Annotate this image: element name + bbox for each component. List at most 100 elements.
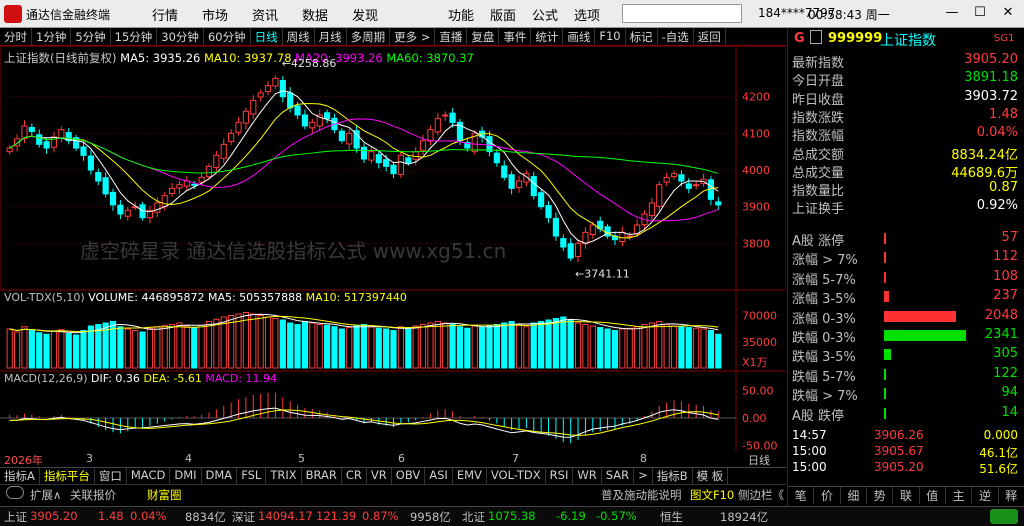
volume-bar xyxy=(656,321,663,369)
candle xyxy=(515,180,523,189)
indicator-tab-0[interactable]: 指标A xyxy=(0,468,40,484)
period-label[interactable]: 日线 xyxy=(748,452,770,468)
volume-header: VOL-TDX(5,10) VOLUME: 446895872 MA5: 505… xyxy=(4,291,407,304)
menu-item-shuju[interactable]: 数据 xyxy=(290,5,340,24)
x-label-mar: 3 xyxy=(86,452,93,465)
indicator-tab-10[interactable]: VR xyxy=(367,468,392,484)
indicator-tab-13[interactable]: EMV xyxy=(453,468,487,484)
indicator-tab-3[interactable]: MACD xyxy=(127,468,171,484)
menu-item-xuanxiang[interactable]: 选项 xyxy=(566,5,608,24)
search-input[interactable] xyxy=(622,4,742,23)
toolbar-item-19[interactable]: 返回 xyxy=(694,28,726,45)
expand-button[interactable]: 扩展∧ xyxy=(30,487,61,503)
toolbar-item-0[interactable]: 分时 xyxy=(0,28,32,45)
indicator-tab-6[interactable]: FSL xyxy=(237,468,267,484)
explain-link[interactable]: 普及施动能说明 xyxy=(601,487,682,503)
breadth-row: A股 涨停 57 xyxy=(792,230,1020,249)
candle xyxy=(176,184,183,189)
toolbar-item-14[interactable]: 统计 xyxy=(531,28,564,45)
indicator-tab-4[interactable]: DMI xyxy=(170,468,202,484)
toolbar-item-3[interactable]: 15分钟 xyxy=(111,28,158,45)
indicator-tab-12[interactable]: ASI xyxy=(425,468,453,484)
toolbar-item-10[interactable]: 更多 > xyxy=(390,28,436,45)
menu-item-gongshi[interactable]: 公式 xyxy=(524,5,566,24)
tick-row: 15:00 3905.67 46.1亿 xyxy=(792,444,1020,460)
menu-item-banmian[interactable]: 版面 xyxy=(482,5,524,24)
sh-label[interactable]: 上证 xyxy=(4,509,27,525)
quote-value: 0.92% xyxy=(976,198,1018,214)
f10-link[interactable]: 图文F10 xyxy=(690,487,734,503)
toolbar-item-9[interactable]: 多周期 xyxy=(347,28,391,45)
volume-bar xyxy=(427,322,434,369)
toolbar-item-2[interactable]: 5分钟 xyxy=(71,28,111,45)
candle xyxy=(242,110,249,124)
toolbar-item-1[interactable]: 1分钟 xyxy=(32,28,72,45)
panel-tab-3[interactable]: 势 xyxy=(867,487,894,504)
toolbar-item-12[interactable]: 复盘 xyxy=(467,28,500,45)
candle xyxy=(109,191,117,206)
related-quote-button[interactable]: 关联报价 xyxy=(70,487,116,503)
toolbar-item-4[interactable]: 30分钟 xyxy=(157,28,204,45)
toolbar-item-6[interactable]: 日线 xyxy=(251,28,283,45)
indicator-tab-16[interactable]: WR xyxy=(573,468,602,484)
kline-chart[interactable]: 4200 4100 4000 3900 3800 ←4258.86 ←3741.11 7000… xyxy=(0,46,786,451)
panel-tab-5[interactable]: 值 xyxy=(920,487,946,504)
toolbar-item-15[interactable]: 画线 xyxy=(563,28,596,45)
panel-tab-0[interactable]: 笔 xyxy=(788,487,815,504)
toolbar-item-5[interactable]: 60分钟 xyxy=(204,28,251,45)
toolbar-item-16[interactable]: F10 xyxy=(595,28,626,45)
panel-tab-7[interactable]: 逆 xyxy=(972,487,999,504)
candle xyxy=(412,151,419,160)
breadth-row: 跌幅 3-5% 305 xyxy=(792,346,1020,366)
candle xyxy=(383,159,390,167)
wechat-icon[interactable] xyxy=(990,509,1018,524)
volume-bar xyxy=(523,326,530,369)
sidebar-toggle[interactable]: 侧边栏《 xyxy=(738,487,784,503)
candle xyxy=(567,243,574,259)
indicator-tab-2[interactable]: 窗口 xyxy=(95,468,127,484)
menu-item-hangqing[interactable]: 行情 xyxy=(140,5,190,24)
quote-value: 0.04% xyxy=(976,125,1018,141)
toolbar-item-13[interactable]: 事件 xyxy=(499,28,532,45)
x-label-year: 2026年 xyxy=(4,454,43,467)
indicator-tab-11[interactable]: OBV xyxy=(392,468,426,484)
maximize-icon[interactable]: ☐ xyxy=(966,5,994,20)
indicator-tab-9[interactable]: CR xyxy=(342,468,367,484)
indicator-tab-20[interactable]: 模 板 xyxy=(693,468,729,484)
volume-bar xyxy=(43,333,50,369)
indicator-tab-1[interactable]: 指标平台 xyxy=(40,468,95,484)
menu-item-faxian[interactable]: 发现 xyxy=(340,5,390,24)
indicator-tab-15[interactable]: RSI xyxy=(546,468,574,484)
wealth-circle-button[interactable]: 财富圈 xyxy=(147,487,182,503)
toolbar-item-8[interactable]: 月线 xyxy=(315,28,347,45)
close-icon[interactable]: ✕ xyxy=(994,5,1022,20)
sz-label[interactable]: 深证 xyxy=(232,509,255,525)
indicator-tab-7[interactable]: TRIX xyxy=(266,468,302,484)
indicator-tab-5[interactable]: DMA xyxy=(202,468,238,484)
panel-tab-1[interactable]: 价 xyxy=(814,487,841,504)
panel-tab-4[interactable]: 联 xyxy=(893,487,920,504)
toolbar-item-7[interactable]: 周线 xyxy=(283,28,315,45)
toolbar-item-18[interactable]: -自选 xyxy=(658,28,694,45)
breadth-label: 跌幅 3-5% xyxy=(792,350,856,366)
dropdown-icon[interactable] xyxy=(810,30,822,44)
x-label-apr: 4 xyxy=(185,452,192,465)
minimize-icon[interactable]: — xyxy=(938,5,966,20)
menu-item-shichang[interactable]: 市场 xyxy=(190,5,240,24)
panel-tab-6[interactable]: 主 xyxy=(946,487,973,504)
menu-item-zixun[interactable]: 资讯 xyxy=(240,5,290,24)
indicator-tab-17[interactable]: SAR xyxy=(602,468,635,484)
indicator-tab-19[interactable]: 指标B xyxy=(653,468,693,484)
panel-tab-8[interactable]: 释 xyxy=(999,487,1024,504)
indicator-tab-14[interactable]: VOL-TDX xyxy=(487,468,546,484)
toolbar-item-17[interactable]: 标记 xyxy=(626,28,658,45)
toggle-icon[interactable] xyxy=(6,486,24,499)
indicator-tab-8[interactable]: BRAR xyxy=(302,468,342,484)
indicator-tab-18[interactable]: > xyxy=(634,468,653,484)
bz-label[interactable]: 北证 xyxy=(462,509,485,525)
menu-item-gongneng[interactable]: 功能 xyxy=(440,5,482,24)
hs-label[interactable]: 恒生 xyxy=(660,509,683,525)
candle xyxy=(28,126,35,133)
toolbar-item-11[interactable]: 直播 xyxy=(435,28,468,45)
panel-tab-2[interactable]: 细 xyxy=(841,487,867,504)
